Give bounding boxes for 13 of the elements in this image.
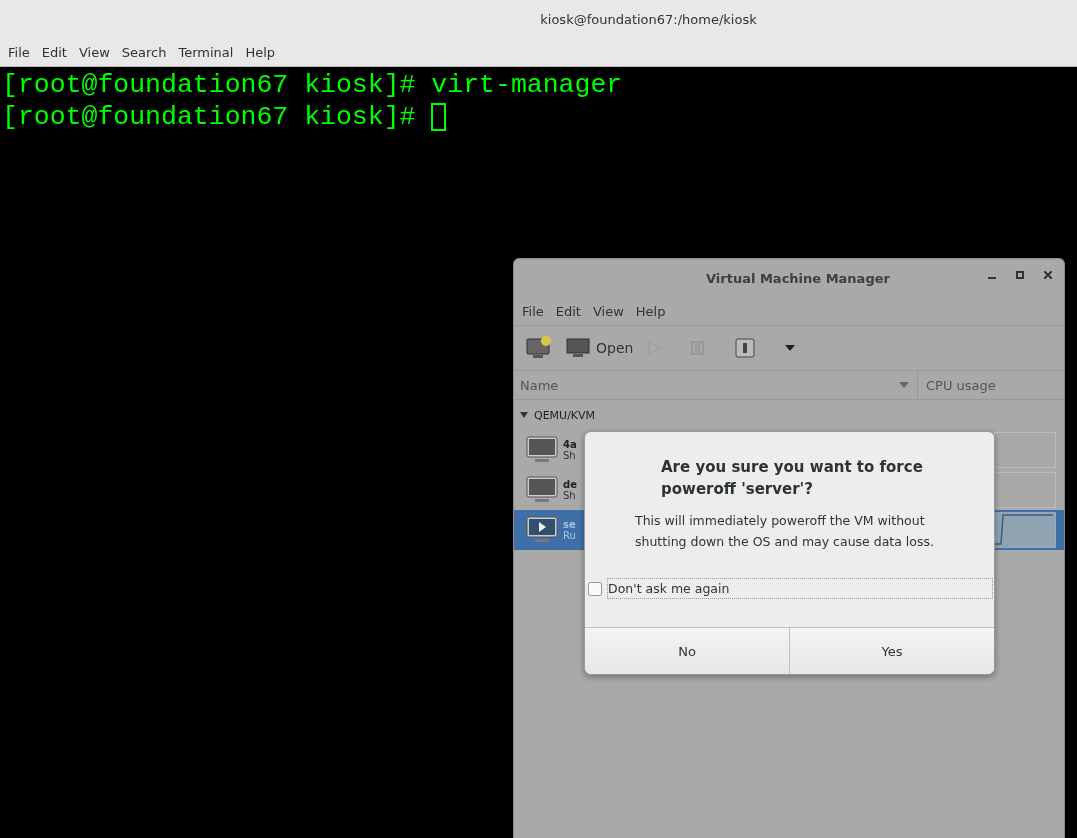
terminal-line: [root@foundation67 kiosk]# virt-manager — [2, 70, 623, 100]
vm-status: Sh — [563, 450, 576, 461]
vm-name: 4a — [563, 439, 577, 450]
window-title: Virtual Machine Manager — [706, 270, 890, 286]
terminal-line: [root@foundation67 kiosk]# — [2, 102, 417, 132]
dialog-title: Are you sure you want to force poweroff 'server'? — [661, 457, 924, 500]
vm-name: se — [563, 519, 576, 530]
dialog-message: This will immediately poweroff the VM without shutting down the OS and may cause data loss. — [635, 512, 935, 551]
vm-status: Sh — [563, 490, 576, 501]
window-title: kiosk@foundation67:/home/kiosk — [540, 11, 757, 27]
group-label: QEMU/KVM — [534, 408, 596, 422]
vm-status: Ru — [563, 530, 576, 541]
vm-name: de — [563, 479, 577, 490]
